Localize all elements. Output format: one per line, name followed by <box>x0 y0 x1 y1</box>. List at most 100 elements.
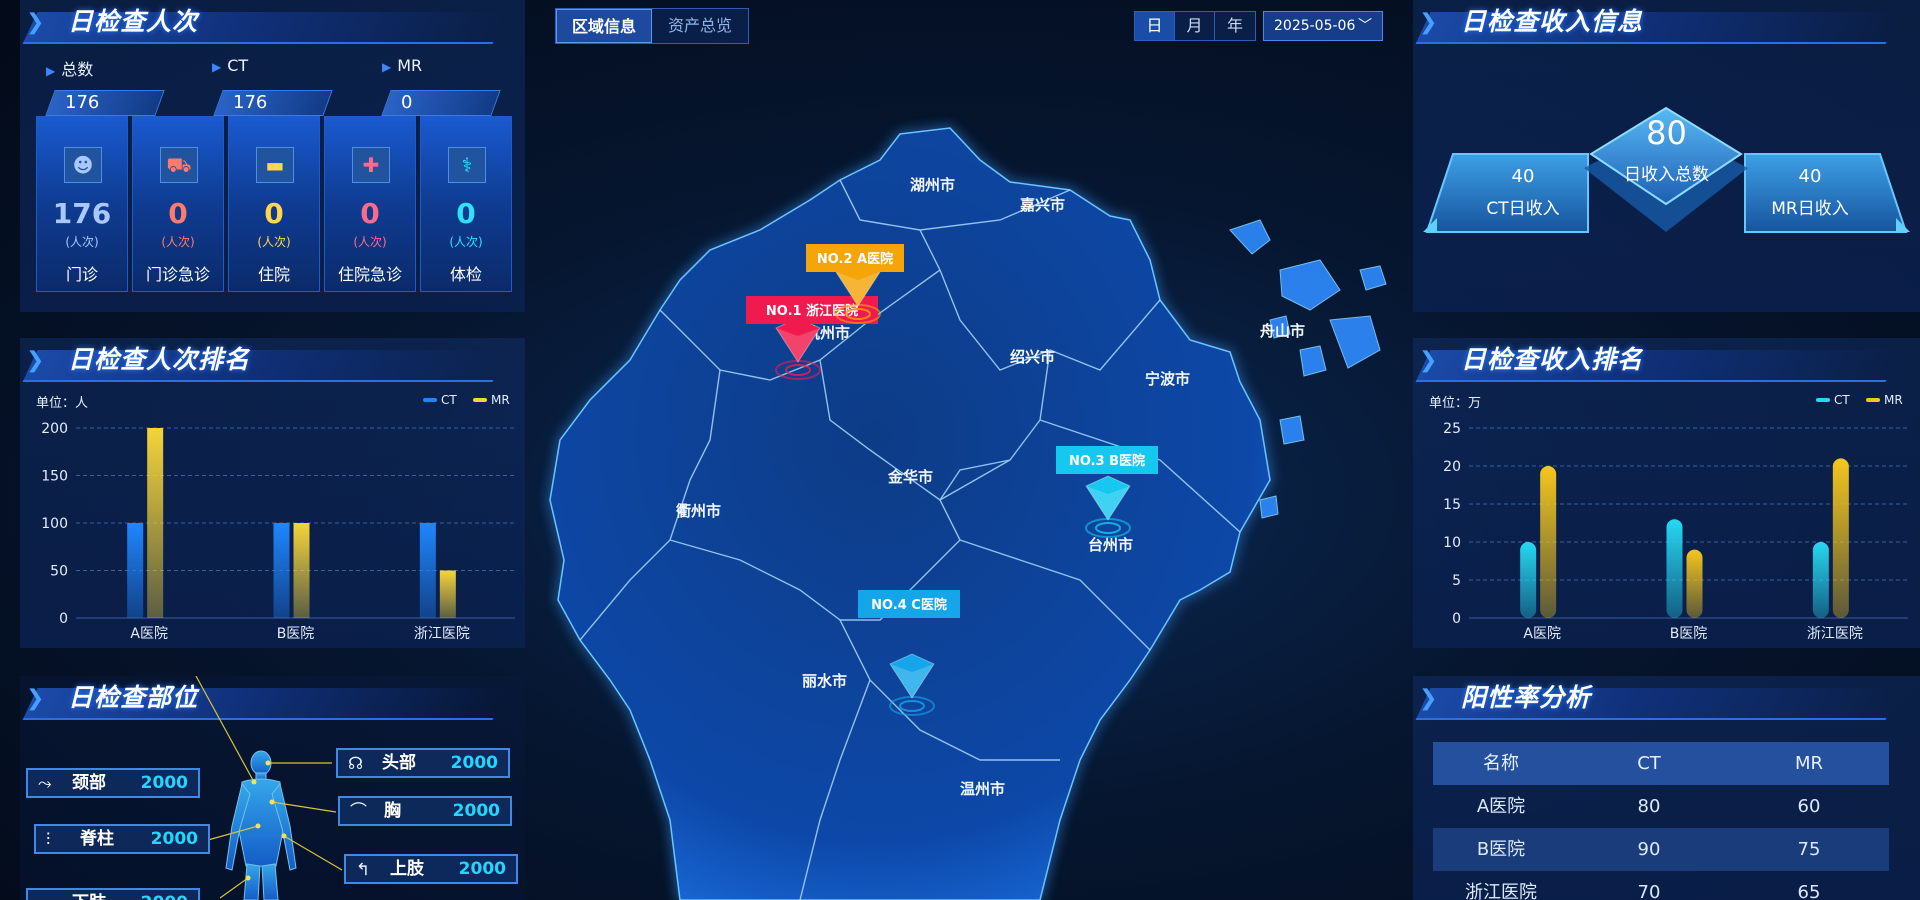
summary-mr-value: 0 <box>381 90 501 116</box>
chevron-icon: ❯ <box>26 348 45 373</box>
city-label: 丽水市 <box>802 672 847 690</box>
positive-rate-table: 名称 CT MR A医院 80 60 B医院 90 75 浙江医院 70 65 <box>1433 742 1889 900</box>
positive-rate-panel: ❯ 阳性率分析 名称 CT MR A医院 80 60 B医院 90 75 浙江医… <box>1413 676 1920 900</box>
panel-title-bar: ❯ 日检查人次排名 <box>20 338 525 384</box>
card-value: 176 <box>52 197 112 230</box>
bar-mr <box>1686 549 1703 618</box>
doctor-icon: ☻ <box>64 147 102 183</box>
y-tick-label: 20 <box>1443 459 1461 475</box>
card-unit: (人次) <box>353 235 387 249</box>
legend-swatch <box>1866 398 1880 402</box>
exam-card: ✚ 0 (人次) 住院急诊 <box>324 116 416 292</box>
city-label: 台州市 <box>1088 536 1133 554</box>
income-rank-panel: ❯ 日检查收入排名 单位：万 0 5 10 15 20 25 A医院 B医院 浙江医院 CT MR <box>1413 338 1920 648</box>
summary-total-value: 176 <box>45 90 165 116</box>
bar-mr <box>1540 466 1557 618</box>
legend-label: CT <box>441 393 457 407</box>
column-header: MR <box>1794 753 1824 774</box>
head-icon: ☊ <box>348 754 364 774</box>
city-label: 温州市 <box>960 780 1005 798</box>
neck-icon: ⤳ <box>38 774 52 794</box>
panel-title-bar: ❯ 日检查收入信息 <box>1413 0 1920 46</box>
marker-label: NO.3 B医院 <box>1069 453 1145 469</box>
column-header: 名称 <box>1483 753 1519 774</box>
body-part-value: 2000 <box>150 829 198 849</box>
panel-title: 日检查收入排名 <box>1461 345 1644 374</box>
date-value: 2025-05-06 <box>1274 18 1356 34</box>
chevron-icon: ❯ <box>1419 10 1438 35</box>
card-unit: (人次) <box>161 235 195 249</box>
marker-label: NO.4 C医院 <box>871 597 947 613</box>
exam-card: ▬ 0 (人次) 住院 <box>228 116 320 292</box>
ct-income-value: 40 <box>1511 166 1535 187</box>
mr-income-label: MR日收入 <box>1771 199 1849 219</box>
y-tick-label: 200 <box>41 421 68 437</box>
table-cell: 浙江医院 <box>1465 882 1537 900</box>
summary-total-label: ▶ 总数 <box>46 60 94 79</box>
y-tick-label: 0 <box>59 611 68 627</box>
legend-label: MR <box>1884 393 1903 407</box>
chevron-icon: ❯ <box>1419 686 1438 711</box>
tab-asset-overview[interactable]: 资产总览 <box>652 9 748 43</box>
exam-card: ⛟ 0 (人次) 门诊急诊 <box>132 116 224 292</box>
table-row: 浙江医院 70 65 <box>1433 871 1889 900</box>
bed-icon: ▬ <box>256 147 294 183</box>
y-tick-label: 25 <box>1443 421 1461 437</box>
exam-card: ☻ 176 (人次) 门诊 <box>36 116 128 292</box>
emergency-bed-icon: ✚ <box>352 147 390 183</box>
exam-rank-panel: ❯ 日检查人次排名 单位：人 0 50 100 150 200 A医院 B医院 浙江医院 CT M… <box>20 338 525 648</box>
exam-count-panel: ❯ 日检查人次 ▶ 总数 ▶ CT ▶ MR 176 176 0 ☻ 176 (人次) 门诊… <box>20 0 525 312</box>
table-header-row: 名称 CT MR <box>1433 742 1889 785</box>
body-part-item[interactable]: ↰ 上肢 2000 <box>344 854 518 884</box>
card-name: 住院急诊 <box>337 265 402 284</box>
body-part-item[interactable]: ☊ 头部 2000 <box>336 748 510 778</box>
city-label: 绍兴市 <box>1010 348 1055 366</box>
table-cell: A医院 <box>1476 796 1526 817</box>
body-part-value: 2000 <box>450 753 498 773</box>
bar-ct <box>1812 542 1829 618</box>
tab-month[interactable]: 月 <box>1175 12 1215 40</box>
period-tabs: 日 月 年 <box>1134 11 1256 41</box>
legend-swatch <box>473 398 487 402</box>
mr-income-value: 40 <box>1798 166 1822 187</box>
body-part-name: 颈部 <box>72 773 106 793</box>
y-tick-label: 150 <box>41 469 68 485</box>
bar-mr <box>439 570 456 618</box>
panel-title: 日检查收入信息 <box>1461 7 1644 36</box>
x-tick-label: A医院 <box>130 626 168 642</box>
panel-title-bar: ❯ 日检查人次 <box>20 0 525 46</box>
bar-ct <box>127 523 144 618</box>
card-unit: (人次) <box>65 235 99 249</box>
table-row: A医院 80 60 <box>1433 785 1889 828</box>
body-part-item[interactable]: ⫶ 脊柱 2000 <box>34 824 210 854</box>
body-part-item[interactable]: ⤳ 颈部 2000 <box>26 768 200 798</box>
city-label: 舟山市 <box>1260 322 1305 340</box>
bar-ct <box>1520 542 1537 618</box>
city-label: 嘉兴市 <box>1019 196 1065 214</box>
city-label: 衢州市 <box>676 502 721 520</box>
table-row: B医院 90 75 <box>1433 828 1889 871</box>
body-part-item[interactable]: ⌒ 胸 2000 <box>338 796 512 826</box>
zhejiang-map: 湖州市 嘉兴市 杭州市 绍兴市 宁波市 舟山市 衢州市 金华市 台州市 丽水市 … <box>548 126 1387 900</box>
table-cell: 65 <box>1797 882 1821 900</box>
table-cell: 75 <box>1797 839 1821 860</box>
card-unit: (人次) <box>449 235 483 249</box>
marker-label: NO.2 A医院 <box>817 251 893 267</box>
panel-title: 阳性率分析 <box>1461 683 1592 712</box>
city-label: 湖州市 <box>910 176 955 194</box>
table-cell: B医院 <box>1476 839 1526 860</box>
date-picker[interactable]: 2025-05-06 ﹀ <box>1263 11 1383 41</box>
bar-mr <box>293 523 310 618</box>
body-part-item[interactable]: ⤶ 下肢 2000 <box>26 888 200 900</box>
chevron-down-icon: ﹀ <box>1358 18 1372 34</box>
tab-year[interactable]: 年 <box>1215 12 1255 40</box>
x-tick-label: 浙江医院 <box>414 626 470 642</box>
card-value: 0 <box>360 197 380 230</box>
panel-title-bar: ❯ 日检查收入排名 <box>1413 338 1920 384</box>
tab-day[interactable]: 日 <box>1135 12 1175 40</box>
card-value: 0 <box>168 197 188 230</box>
x-tick-label: B医院 <box>277 626 315 642</box>
income-info-panel: ❯ 日检查收入信息 80 日收入总数 40 CT日收入 40 MR日收入 <box>1413 0 1920 312</box>
leg-icon: ⤶ <box>38 892 62 900</box>
tab-region-info[interactable]: 区域信息 <box>556 9 652 43</box>
